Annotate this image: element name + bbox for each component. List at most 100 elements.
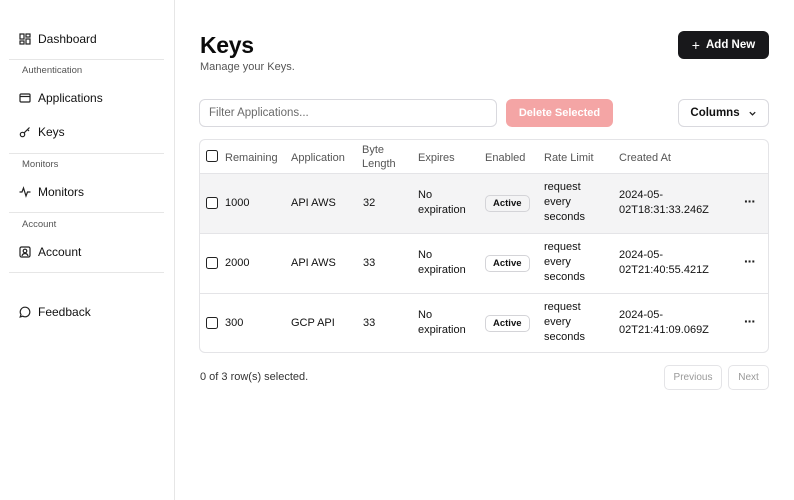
row-actions-menu-icon[interactable]: ···: [744, 253, 756, 269]
cell-rate-limit: request every seconds: [544, 240, 585, 285]
cell-created-line2: 02T21:41:09.069Z: [619, 324, 709, 336]
sidebar-item-feedback[interactable]: Feedback: [9, 297, 164, 327]
cell-expires: No expiration: [418, 188, 466, 218]
cell-rate-line1: request: [544, 181, 581, 193]
columns-button[interactable]: Columns: [678, 99, 769, 127]
cell-application: API AWS: [291, 197, 336, 209]
header-rate-limit[interactable]: Rate Limit: [544, 151, 594, 165]
sidebar-item-label: Dashboard: [38, 32, 97, 46]
cell-rate-line1: request: [544, 301, 581, 313]
header-byte-length-line1: Byte: [362, 144, 385, 156]
cell-rate-limit: request every seconds: [544, 180, 585, 225]
sidebar-item-keys[interactable]: Keys: [9, 117, 164, 147]
row-actions-menu-icon[interactable]: ···: [744, 313, 756, 329]
sidebar: Dashboard Authentication Applications Ke…: [0, 0, 175, 500]
add-new-button[interactable]: + Add New: [678, 31, 769, 59]
section-label-monitors: Monitors: [22, 159, 59, 170]
keys-table: Remaining Application Byte Length Expire…: [199, 139, 769, 353]
status-badge: Active: [485, 195, 530, 212]
cell-created-at: 2024-05- 02T21:40:55.421Z: [619, 248, 709, 278]
cell-byte-length: 33: [363, 317, 376, 329]
table-row[interactable]: 2000 API AWS 33 No expiration Active req…: [200, 234, 768, 294]
cell-remaining: 1000: [225, 197, 250, 209]
header-created-at[interactable]: Created At: [619, 151, 671, 165]
cell-remaining: 2000: [225, 257, 250, 269]
add-new-label: Add New: [705, 39, 756, 51]
window-icon: [19, 92, 31, 104]
cell-rate-line3: seconds: [544, 331, 585, 343]
next-page-button[interactable]: Next: [728, 365, 769, 390]
cell-rate-line3: seconds: [544, 211, 585, 223]
cell-created-at: 2024-05- 02T18:31:33.246Z: [619, 188, 709, 218]
cell-created-line2: 02T21:40:55.421Z: [619, 264, 709, 276]
cell-created-at: 2024-05- 02T21:41:09.069Z: [619, 308, 709, 338]
cell-created-line1: 2024-05-: [619, 249, 664, 261]
header-byte-length-line2: Length: [362, 158, 396, 170]
status-badge: Active: [485, 315, 530, 332]
cell-created-line1: 2024-05-: [619, 309, 664, 321]
cell-expires-line2: expiration: [418, 324, 466, 336]
row-checkbox[interactable]: [206, 197, 218, 209]
cell-byte-length: 32: [363, 197, 376, 209]
cell-expires-line2: expiration: [418, 264, 466, 276]
cell-created-line2: 02T18:31:33.246Z: [619, 204, 709, 216]
sidebar-divider: [9, 272, 164, 273]
sidebar-item-account[interactable]: Account: [9, 237, 164, 267]
table-header-row: Remaining Application Byte Length Expire…: [200, 140, 768, 174]
cell-created-line1: 2024-05-: [619, 189, 664, 201]
sidebar-item-label: Keys: [38, 125, 65, 139]
select-all-checkbox[interactable]: [206, 150, 218, 162]
cell-rate-limit: request every seconds: [544, 300, 585, 345]
sidebar-item-dashboard[interactable]: Dashboard: [9, 24, 164, 54]
columns-label: Columns: [690, 107, 740, 119]
sidebar-divider: [9, 153, 164, 154]
row-actions-menu-icon[interactable]: ···: [744, 193, 756, 209]
cell-rate-line2: every: [544, 196, 571, 208]
row-checkbox[interactable]: [206, 317, 218, 329]
section-label-account: Account: [22, 219, 57, 230]
cell-expires-line1: No: [418, 249, 433, 261]
header-application[interactable]: Application: [291, 151, 345, 165]
plus-icon: +: [691, 37, 700, 53]
selected-row-count: 0 of 3 row(s) selected.: [200, 371, 309, 383]
section-label-authentication: Authentication: [22, 65, 83, 76]
sidebar-item-label: Applications: [38, 91, 103, 105]
message-circle-icon: [19, 306, 31, 318]
sidebar-item-label: Account: [38, 245, 82, 259]
status-badge: Active: [485, 255, 530, 272]
filter-applications-input[interactable]: [199, 99, 497, 127]
cell-expires-line2: expiration: [418, 204, 466, 216]
header-byte-length[interactable]: Byte Length: [362, 143, 396, 171]
sidebar-item-applications[interactable]: Applications: [9, 83, 164, 113]
header-enabled[interactable]: Enabled: [485, 151, 525, 165]
cell-application: GCP API: [291, 317, 335, 329]
header-remaining[interactable]: Remaining: [225, 151, 278, 165]
cell-expires: No expiration: [418, 308, 466, 338]
sidebar-divider: [9, 212, 164, 213]
activity-icon: [19, 186, 31, 198]
cell-rate-line2: every: [544, 256, 571, 268]
table-row[interactable]: 300 GCP API 33 No expiration Active requ…: [200, 294, 768, 352]
cell-application: API AWS: [291, 257, 336, 269]
sidebar-item-monitors[interactable]: Monitors: [9, 177, 164, 207]
header-expires[interactable]: Expires: [418, 151, 455, 165]
page-title: Keys: [200, 32, 254, 58]
user-square-icon: [19, 246, 31, 258]
cell-remaining: 300: [225, 317, 244, 329]
row-checkbox[interactable]: [206, 257, 218, 269]
cell-rate-line1: request: [544, 241, 581, 253]
sidebar-divider: [9, 59, 164, 60]
cell-rate-line2: every: [544, 316, 571, 328]
sidebar-item-label: Feedback: [38, 305, 91, 319]
page-subtitle: Manage your Keys.: [200, 61, 295, 73]
previous-page-button[interactable]: Previous: [664, 365, 722, 390]
cell-byte-length: 33: [363, 257, 376, 269]
cell-rate-line3: seconds: [544, 271, 585, 283]
sidebar-item-label: Monitors: [38, 185, 85, 199]
cell-expires-line1: No: [418, 309, 433, 321]
table-row[interactable]: 1000 API AWS 32 No expiration Active req…: [200, 174, 768, 234]
chevron-down-icon: [748, 111, 756, 116]
cell-expires-line1: No: [418, 189, 433, 201]
delete-selected-button[interactable]: Delete Selected: [506, 99, 613, 127]
cell-expires: No expiration: [418, 248, 466, 278]
